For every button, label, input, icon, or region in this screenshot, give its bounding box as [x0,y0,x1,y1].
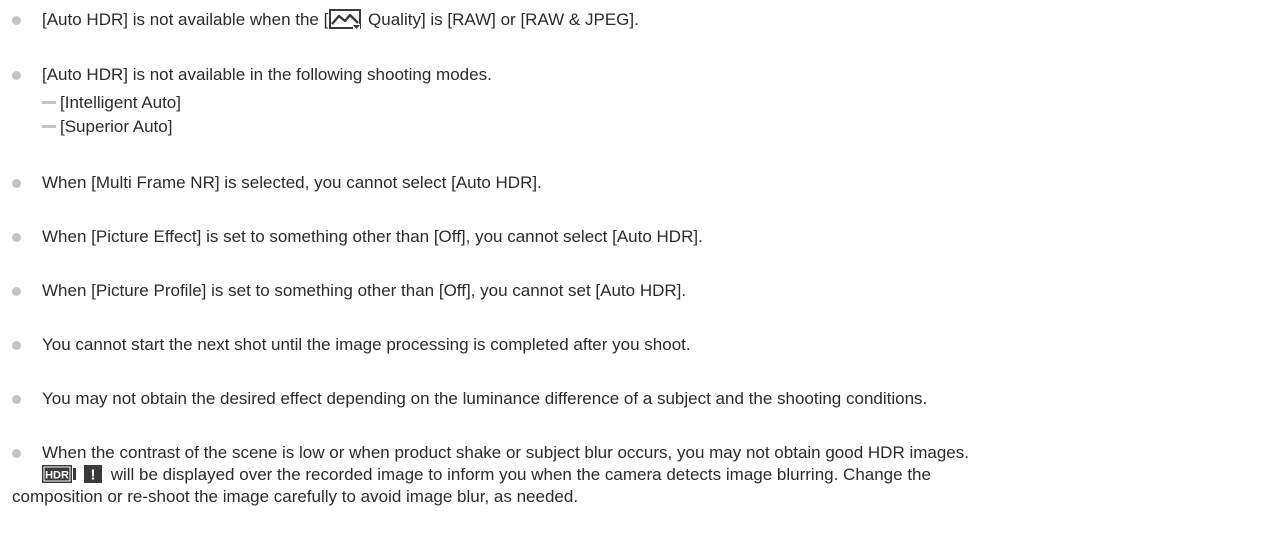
note-item: When the contrast of the scene is low or… [12,442,1274,508]
bullet-icon [12,179,21,188]
note-text: When the contrast of the scene is low or… [12,442,1274,508]
alert-icon-label: ! [91,467,96,484]
note-item: You may not obtain the desired effect de… [12,388,1274,410]
note-item: When [Multi Frame NR] is selected, you c… [12,172,1274,194]
note-text: [Auto HDR] is not available in the follo… [42,65,492,84]
image-quality-icon [329,9,362,29]
note-text: [Auto HDR] is not available when the [ Q… [42,9,1274,31]
note-line: composition or re-shoot the image carefu… [12,487,579,506]
note-line-text: will be displayed over the recorded imag… [106,465,931,484]
bullet-icon [12,233,21,242]
sub-item-label: [Superior Auto] [60,117,173,136]
bullet-icon [12,16,21,25]
bullet-icon [12,341,21,350]
dash-icon [42,100,56,104]
bullet-icon [12,287,21,296]
bullet-icon [12,71,21,80]
note-item: [Auto HDR] is not available when the [ Q… [12,9,1274,31]
hdr-icon-label: HDR [45,470,69,482]
note-text: You may not obtain the desired effect de… [42,389,928,408]
bullet-icon [12,449,21,458]
dash-icon [42,124,56,128]
note-item: [Auto HDR] is not available in the follo… [12,64,1274,86]
note-item: When [Picture Profile] is set to somethi… [12,280,1274,302]
note-text-after: Quality] is [RAW] or [RAW & JPEG]. [363,10,639,29]
note-text: You cannot start the next shot until the… [42,335,691,354]
sub-item-label: [Intelligent Auto] [60,93,181,112]
sub-list-item: [Superior Auto] [42,116,172,138]
hdr-warning-icon: HDR ! [42,465,102,484]
note-item: You cannot start the next shot until the… [12,334,1274,356]
bullet-icon [12,395,21,404]
sub-list-item: [Intelligent Auto] [42,92,181,114]
note-text-before: [Auto HDR] is not available when the [ [42,10,329,29]
note-text: When [Multi Frame NR] is selected, you c… [42,173,542,192]
note-text: When [Picture Effect] is set to somethin… [42,227,703,246]
note-line: When the contrast of the scene is low or… [42,443,969,462]
note-item: When [Picture Effect] is set to somethin… [12,226,1274,248]
note-text: When [Picture Profile] is set to somethi… [42,281,687,300]
note-line: HDR ! will be displayed over the recorde… [42,464,1274,486]
notes-list: [Auto HDR] is not available when the [ Q… [0,0,1282,538]
